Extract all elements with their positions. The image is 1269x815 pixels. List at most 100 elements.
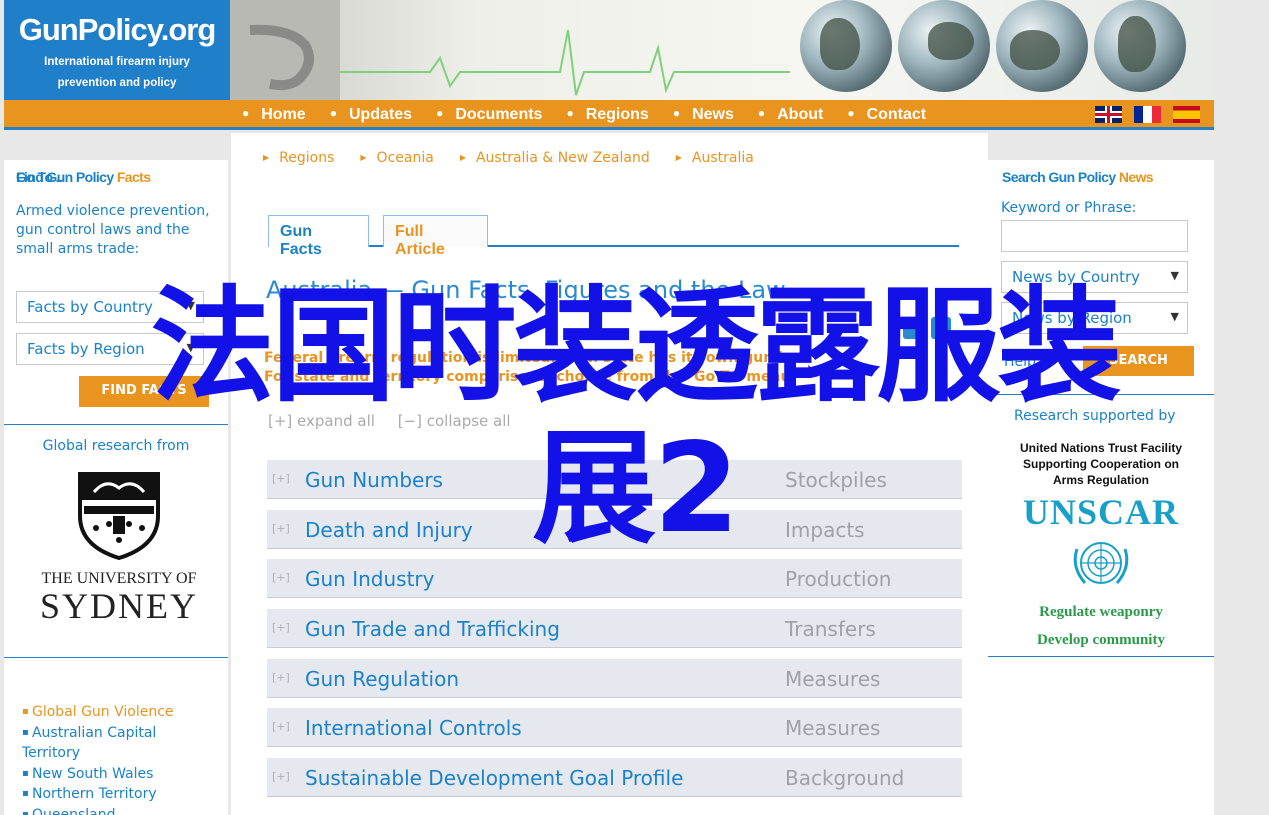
nav-about[interactable]: ● About bbox=[758, 106, 823, 124]
nav-label: About bbox=[777, 106, 824, 123]
right-sidebar: Search Gun Policy News Keyword or Phrase… bbox=[988, 160, 1214, 815]
select-value: Facts by Country bbox=[27, 298, 153, 316]
logo-name: GunPolicy.org bbox=[18, 12, 217, 47]
section-row-gun-trade[interactable]: [+] Gun Trade and Trafficking Transfers bbox=[267, 609, 962, 649]
bullet-icon: ● bbox=[757, 106, 766, 120]
expand-icon: [+] bbox=[272, 720, 290, 734]
un-emblem-icon bbox=[1073, 542, 1129, 584]
search-title-part2: News bbox=[1118, 169, 1154, 185]
section-row-sdg-profile[interactable]: [+] Sustainable Development Goal Profile B… bbox=[267, 758, 962, 798]
section-row-death-injury[interactable]: [+] Death and Injury Impacts bbox=[267, 509, 962, 549]
facts-by-country-select[interactable]: Facts by Country ▼ bbox=[16, 291, 204, 323]
news-by-country-select[interactable]: News by Country ▼ bbox=[1001, 261, 1188, 293]
logo-tagline-1: International firearm injury bbox=[44, 56, 190, 68]
logo-tagline-2: prevention and policy bbox=[57, 77, 177, 89]
section-label: Gun Trade and Trafficking bbox=[305, 617, 560, 642]
section-label: Sustainable Development Goal Profile bbox=[305, 766, 684, 791]
page-intro: Federal firearm regulation is limited: e… bbox=[264, 349, 810, 387]
collapse-all-link[interactable]: [−] collapse all bbox=[398, 412, 511, 430]
search-title-part1: Search Gun Policy bbox=[1002, 169, 1116, 185]
search-button[interactable]: SEARCH bbox=[1083, 346, 1194, 376]
intro-line-1: Federal firearm regulation is limited: e… bbox=[264, 350, 810, 366]
breadcrumb: Regions Oceania Australia & New Zealand … bbox=[263, 150, 780, 166]
section-row-gun-regulation[interactable]: [+] Gun Regulation Measures bbox=[267, 658, 962, 698]
goto-item-global-gun-violence[interactable]: Global Gun Violence bbox=[22, 702, 202, 723]
share-icon[interactable] bbox=[903, 317, 923, 339]
search-news-title: Search Gun Policy News bbox=[1002, 169, 1154, 185]
goto-item-act[interactable]: Australian Capital Territory bbox=[22, 723, 202, 764]
unscar-logo[interactable]: United Nations Trust Facility Supporting… bbox=[1006, 440, 1196, 649]
find-facts-intro: Armed violence prevention, gun control l… bbox=[16, 203, 210, 257]
tab-full-article[interactable]: Full Article bbox=[383, 215, 488, 258]
goto-item-nsw[interactable]: New South Wales bbox=[22, 764, 202, 785]
select-value: News by Region bbox=[1012, 309, 1132, 327]
nav-contact[interactable]: ● Contact bbox=[847, 106, 926, 124]
nav-documents[interactable]: ● Documents bbox=[436, 106, 542, 124]
goto-item-qld[interactable]: Queensland bbox=[22, 805, 202, 815]
select-value: Facts by Region bbox=[27, 340, 145, 358]
expand-icon: [+] bbox=[272, 770, 290, 784]
uk-flag-icon[interactable] bbox=[1095, 106, 1122, 123]
news-by-region-select[interactable]: News by Region ▼ bbox=[1001, 302, 1188, 334]
section-label: Death and Injury bbox=[305, 517, 473, 542]
nav-label: News bbox=[692, 106, 734, 123]
site-logo[interactable]: GunPolicy.org International firearm inju… bbox=[4, 0, 230, 100]
france-flag-icon[interactable] bbox=[1134, 106, 1161, 123]
nav-label: Regions bbox=[585, 106, 649, 123]
share-buttons[interactable] bbox=[903, 317, 955, 339]
motto-line-2: Develop community bbox=[1037, 632, 1165, 648]
facts-by-region-select[interactable]: Facts by Region ▼ bbox=[16, 333, 204, 365]
expand-icon: [+] bbox=[272, 670, 290, 684]
main-nav-bar: ● Home ● Updates ● Documents ● Regions ● News… bbox=[4, 100, 1214, 130]
expand-all-link[interactable]: [+] expand all bbox=[268, 412, 375, 430]
bullet-icon: ● bbox=[566, 106, 574, 120]
nav-regions[interactable]: ● Regions bbox=[566, 106, 648, 124]
expand-collapse-toggles: [+] expand all [−] collapse all bbox=[268, 412, 529, 430]
trust-line-3: Arms Regulation bbox=[1052, 473, 1149, 487]
page-title: Australia — Gun Facts, Figures and the L… bbox=[266, 276, 786, 304]
section-row-international-controls[interactable]: [+] International Controls Measures bbox=[267, 708, 962, 748]
keyword-input[interactable] bbox=[1001, 220, 1188, 252]
page: GunPolicy.org International firearm inju… bbox=[4, 0, 1214, 815]
bullet-icon: ● bbox=[242, 106, 250, 120]
university-crest-icon bbox=[78, 472, 160, 561]
university-of-sydney-logo[interactable]: THE UNIVERSITY OF SYDNEY bbox=[34, 470, 204, 624]
chevron-down-icon: ▼ bbox=[186, 341, 195, 354]
expand-icon: [+] bbox=[272, 621, 290, 635]
breadcrumb-regions[interactable]: Regions bbox=[263, 150, 334, 166]
nav-label: Contact bbox=[866, 106, 927, 123]
help-link[interactable]: Help bbox=[1004, 354, 1036, 370]
section-row-gun-numbers[interactable]: [+] Gun Numbers Stockpiles bbox=[267, 460, 962, 499]
print-icon[interactable] bbox=[931, 317, 951, 339]
left-sidebar: Find Gun Policy Facts Armed violence pre… bbox=[4, 160, 228, 815]
breadcrumb-oceania[interactable]: Oceania bbox=[360, 150, 434, 166]
site-header: GunPolicy.org International firearm inju… bbox=[4, 0, 1214, 100]
tab-gun-facts[interactable]: Gun Facts bbox=[268, 215, 369, 258]
sidebar-divider bbox=[4, 657, 228, 658]
goto-title: Go To .. bbox=[16, 169, 63, 185]
section-row-gun-industry[interactable]: [+] Gun Industry Production bbox=[267, 559, 962, 599]
section-label: Gun Regulation bbox=[305, 666, 460, 691]
sidebar-divider bbox=[988, 394, 1214, 395]
nav-news[interactable]: ● News bbox=[673, 106, 734, 124]
goto-item-nt[interactable]: Northern Territory bbox=[22, 784, 202, 805]
breadcrumb-australia-nz[interactable]: Australia & New Zealand bbox=[460, 150, 650, 166]
section-category: Measures bbox=[785, 666, 881, 691]
intro-line-2: For state and territory comparisons, cho… bbox=[264, 369, 791, 385]
sidebar-divider bbox=[4, 424, 228, 425]
nav-home[interactable]: ● Home bbox=[242, 106, 306, 124]
keyword-label: Keyword or Phrase: bbox=[1001, 200, 1137, 216]
spain-flag-icon[interactable] bbox=[1173, 106, 1200, 123]
nav-updates[interactable]: ● Updates bbox=[330, 106, 412, 124]
motto-line-1: Regulate weaponry bbox=[1039, 604, 1163, 620]
content-tabs: Gun Facts Full Article bbox=[268, 215, 959, 258]
find-title-part2: Facts bbox=[116, 169, 151, 185]
chevron-down-icon: ▼ bbox=[186, 299, 195, 312]
language-flags bbox=[1083, 106, 1200, 123]
research-supported-label: Research supported by bbox=[1014, 408, 1176, 424]
find-facts-button[interactable]: FIND FACTS bbox=[79, 376, 209, 407]
bullet-icon: ● bbox=[329, 106, 337, 120]
breadcrumb-australia[interactable]: Australia bbox=[676, 150, 754, 166]
main-content: Regions Oceania Australia & New Zealand … bbox=[231, 133, 988, 815]
section-category: Background bbox=[785, 766, 905, 791]
